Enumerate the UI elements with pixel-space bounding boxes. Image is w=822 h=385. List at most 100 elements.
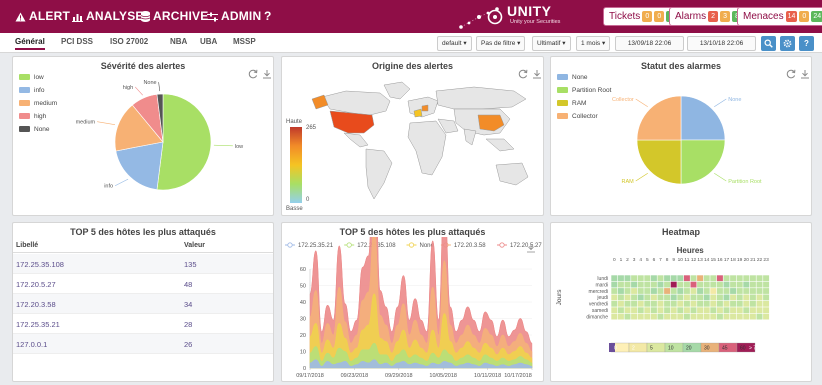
menaces-counter[interactable]: Menaces14024100 [737,7,822,26]
heatmap-cell[interactable] [624,288,631,294]
refresh-icon[interactable] [518,69,528,79]
heatmap-cell[interactable] [677,307,684,314]
heatmap-cell[interactable] [670,313,677,320]
heatmap-cell[interactable] [657,288,664,294]
heatmap-cell[interactable] [631,275,638,282]
heatmap-cell[interactable] [716,300,723,307]
heatmap-cell[interactable] [703,275,710,282]
heatmap-cell[interactable] [756,307,763,314]
heatmap-cell[interactable] [624,281,631,288]
nav-analyse[interactable]: ANALYSE [72,9,144,23]
column-header-label[interactable]: Libellé [16,242,38,249]
heatmap-cell[interactable] [631,294,638,301]
heatmap-cell[interactable] [683,313,690,320]
heatmap-cell[interactable] [743,281,750,288]
heatmap-cell[interactable] [703,294,710,301]
heatmap-cell[interactable] [657,281,664,288]
heatmap-cell[interactable] [730,300,737,307]
world-map[interactable] [304,79,534,207]
heatmap-cell[interactable] [697,300,704,307]
column-header-value[interactable]: Valeur [184,242,205,249]
heatmap-cell[interactable] [756,313,763,320]
heatmap-cell[interactable] [624,275,631,282]
search-button[interactable] [761,36,776,51]
legend-label[interactable]: 172.25.35.21 [298,243,334,249]
tab-mssp[interactable]: MSSP [233,37,256,46]
heatmap-cell[interactable] [723,294,730,301]
tab-uba[interactable]: UBA [200,37,217,46]
tab-iso-27002[interactable]: ISO 27002 [110,37,148,46]
heatmap-cell[interactable] [670,281,677,288]
heatmap-cell[interactable] [631,288,638,294]
heatmap-cell[interactable] [743,288,750,294]
heatmap-cell[interactable] [677,281,684,288]
table-row[interactable]: 127.0.0.1 26 [13,334,273,354]
heatmap-cell[interactable] [664,307,671,314]
heatmap-cell[interactable] [743,294,750,301]
heatmap-cell[interactable] [611,275,618,282]
heatmap-cell[interactable] [749,294,756,301]
heatmap-cell[interactable] [624,294,631,301]
legend-label[interactable]: 172.20.5.27 [510,243,542,249]
heatmap-cell[interactable] [650,275,657,282]
heatmap-cell[interactable] [736,275,743,282]
heatmap-cell[interactable] [677,300,684,307]
heatmap-cell[interactable] [664,281,671,288]
heatmap-cell[interactable] [697,307,704,314]
table-row[interactable]: 172.20.5.27 48 [13,274,273,294]
tab-general[interactable]: Général [15,37,45,50]
alarm-legend-ram[interactable]: RAM [557,100,586,107]
heatmap-cell[interactable] [670,275,677,282]
heatmap-cell[interactable] [637,313,644,320]
heatmap-cell[interactable] [736,281,743,288]
heatmap-cell[interactable] [723,288,730,294]
heatmap-cell[interactable] [697,275,704,282]
heatmap-cell[interactable] [690,307,697,314]
heatmap-cell[interactable] [703,288,710,294]
legend-label[interactable]: 172.20.3.58 [454,243,486,249]
settings-button[interactable] [780,36,795,51]
heatmap-cell[interactable] [637,294,644,301]
heatmap-cell[interactable] [683,300,690,307]
heatmap-cell[interactable] [723,281,730,288]
heatmap-cell[interactable] [611,307,618,314]
heatmap-cell[interactable] [611,281,618,288]
heatmap-cell[interactable] [617,294,624,301]
heatmap-cell[interactable] [743,307,750,314]
heatmap-cell[interactable] [763,288,770,294]
heatmap-cell[interactable] [683,307,690,314]
heatmap-cell[interactable] [756,281,763,288]
heatmap-cell[interactable] [690,300,697,307]
heatmap-cell[interactable] [670,307,677,314]
heatmap-cell[interactable] [617,275,624,282]
severity-legend-high[interactable]: high [19,113,46,120]
heatmap-cell[interactable] [710,294,717,301]
heatmap-cell[interactable] [664,300,671,307]
heatmap-cell[interactable] [664,294,671,301]
heatmap-cell[interactable] [716,307,723,314]
heatmap-cell[interactable] [631,313,638,320]
heatmap-cell[interactable] [723,313,730,320]
heatmap-cell[interactable] [710,300,717,307]
heatmap-cell[interactable] [644,281,651,288]
heatmap-cell[interactable] [677,313,684,320]
heatmap-cell[interactable] [650,313,657,320]
heatmap-cell[interactable] [670,300,677,307]
heatmap-cell[interactable] [644,300,651,307]
heatmap-cell[interactable] [683,288,690,294]
severity-legend-low[interactable]: low [19,74,44,81]
heatmap-cell[interactable] [723,275,730,282]
heatmap-cell[interactable] [670,288,677,294]
heatmap-cell[interactable] [697,281,704,288]
heatmap-cell[interactable] [617,288,624,294]
heatmap-cell[interactable] [736,300,743,307]
heatmap-cell[interactable] [677,294,684,301]
table-row[interactable]: 172.25.35.21 28 [13,314,273,334]
heatmap-cell[interactable] [657,275,664,282]
alarm-slice-collector[interactable] [636,95,682,141]
heatmap-cell[interactable] [637,300,644,307]
heatmap-cell[interactable] [730,307,737,314]
alarms-counter[interactable]: Alarms238 [669,7,747,26]
heatmap-cell[interactable] [703,307,710,314]
heatmap-cell[interactable] [617,313,624,320]
